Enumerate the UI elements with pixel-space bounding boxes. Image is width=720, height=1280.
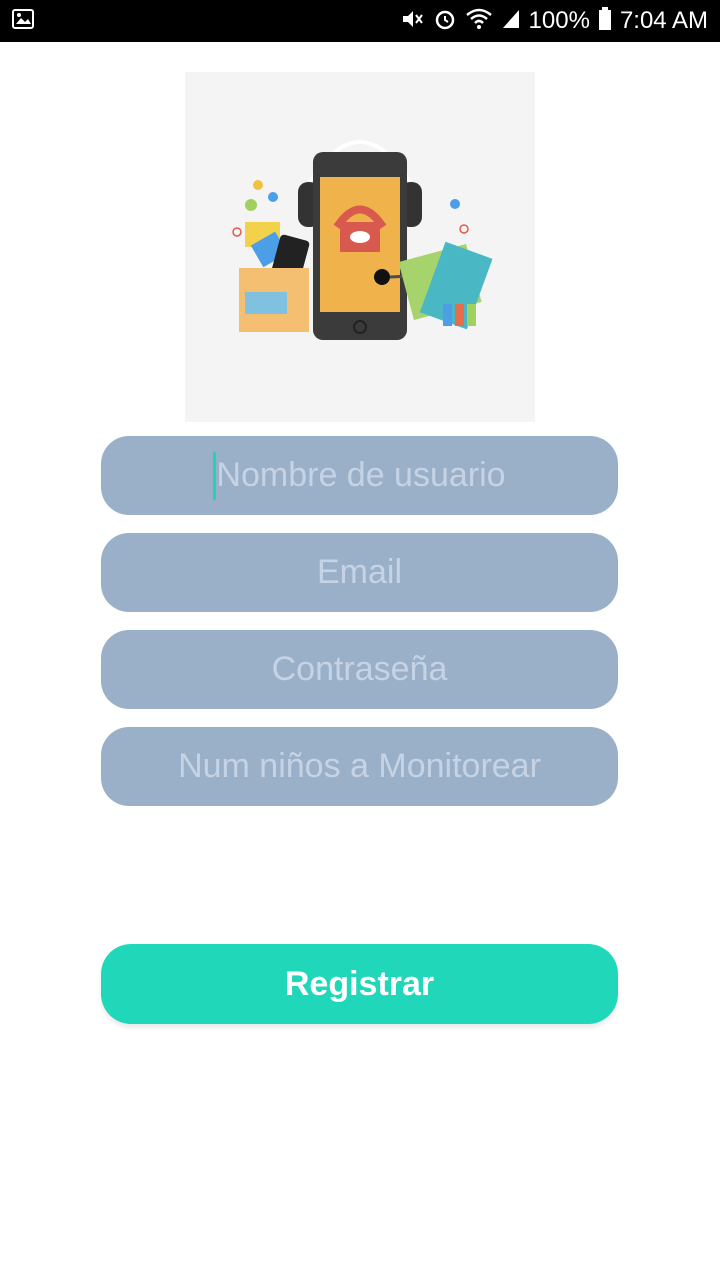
- hero-illustration: [185, 72, 535, 422]
- status-left: [12, 8, 34, 34]
- battery-text: 100%: [528, 7, 590, 34]
- username-placeholder: Nombre de usuario: [216, 456, 506, 494]
- wifi-icon: [465, 8, 493, 35]
- mute-icon: [401, 8, 425, 35]
- password-field[interactable]: Contraseña: [101, 630, 618, 709]
- alarm-icon: [433, 7, 457, 36]
- username-field[interactable]: Nombre de usuario: [101, 436, 618, 515]
- signal-icon: [501, 8, 521, 35]
- email-field[interactable]: Email: [101, 533, 618, 612]
- children-count-field[interactable]: Num niños a Monitorear: [101, 727, 618, 806]
- register-button[interactable]: Registrar: [101, 944, 618, 1024]
- status-bar: 100% 7:04 AM: [0, 0, 720, 42]
- battery-icon: [598, 6, 612, 36]
- children-count-placeholder: Num niños a Monitorear: [178, 747, 541, 785]
- clock: 7:04 AM: [619, 7, 708, 34]
- password-placeholder: Contraseña: [271, 650, 448, 688]
- status-right: 100% 7:04 AM: [401, 6, 708, 36]
- image-icon: [12, 8, 34, 34]
- email-placeholder: Email: [316, 553, 403, 591]
